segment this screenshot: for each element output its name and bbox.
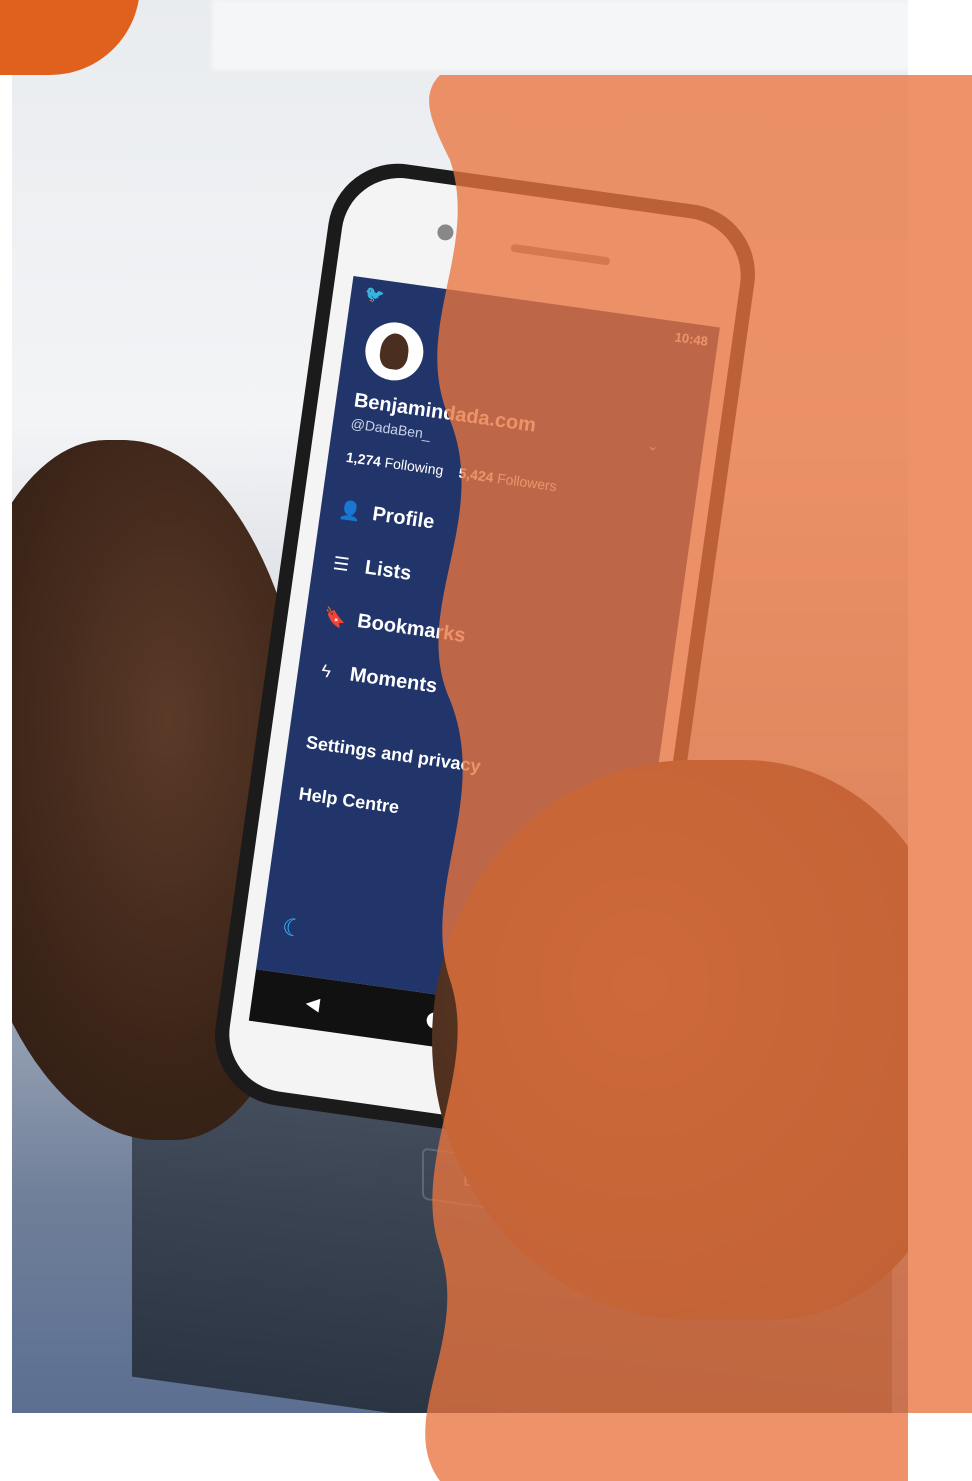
camera-icon <box>436 223 455 242</box>
menu-item-settings[interactable]: Settings and privacy <box>305 732 482 777</box>
followers-label[interactable]: Followers <box>496 470 558 494</box>
menu-label-moments: Moments <box>348 663 439 698</box>
avatar-face <box>377 331 411 372</box>
monitor-blur <box>212 0 908 70</box>
night-mode-icon[interactable]: ☾ <box>280 913 305 945</box>
menu-item-moments[interactable]: ϟ Moments <box>315 659 439 699</box>
chevron-down-icon[interactable]: ⌄ <box>646 437 660 455</box>
avatar[interactable] <box>361 318 428 385</box>
list-icon: ☰ <box>331 553 351 576</box>
lightning-icon: ϟ <box>320 660 333 682</box>
status-bar-time: 10:48 <box>673 329 709 349</box>
menu-item-profile[interactable]: 👤 Profile <box>337 498 436 534</box>
menu-label-lists: Lists <box>363 556 413 585</box>
twitter-bird-icon: 🐦 <box>363 285 386 306</box>
menu-label-profile: Profile <box>371 503 436 534</box>
menu-label-bookmarks: Bookmarks <box>355 610 467 647</box>
background-photo: B N 🐦 10:48 Benjamindada.com @DadaBen_ ⌄… <box>12 0 908 1413</box>
person-icon: 👤 <box>337 499 363 523</box>
speaker-grille <box>510 243 611 266</box>
following-label[interactable]: Following <box>384 454 445 478</box>
menu-item-help[interactable]: Help Centre <box>297 784 401 819</box>
menu-item-lists[interactable]: ☰ Lists <box>330 552 413 586</box>
follow-counts: 1,274 Following 5,424 Followers <box>345 449 558 494</box>
menu-item-bookmarks[interactable]: 🔖 Bookmarks <box>322 605 467 648</box>
back-icon[interactable]: ◀ <box>304 992 321 1015</box>
followers-count[interactable]: 5,424 <box>458 465 495 486</box>
following-count[interactable]: 1,274 <box>345 449 382 470</box>
bookmark-icon: 🔖 <box>322 606 348 630</box>
